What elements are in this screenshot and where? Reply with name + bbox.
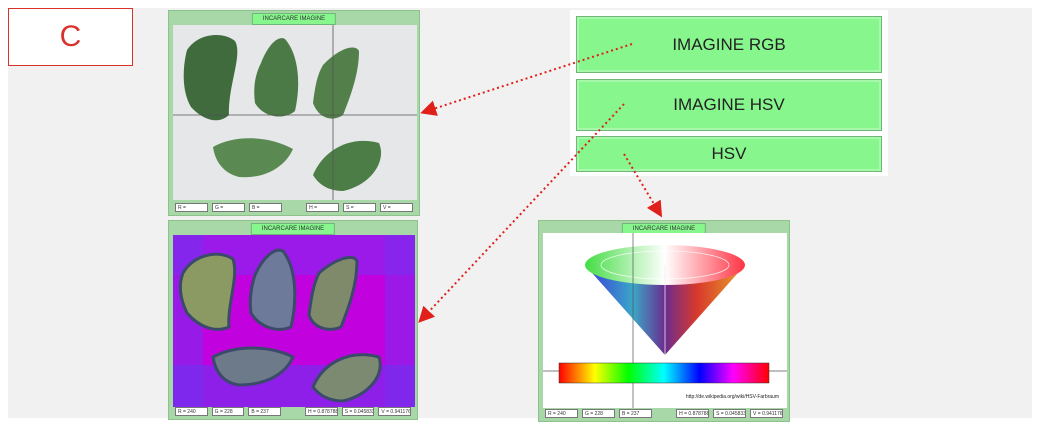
arrow-hsv-cone	[623, 153, 663, 218]
arrow-rgb	[420, 43, 633, 116]
arrow-hsv	[418, 103, 625, 323]
arrows-overlay	[418, 43, 663, 323]
